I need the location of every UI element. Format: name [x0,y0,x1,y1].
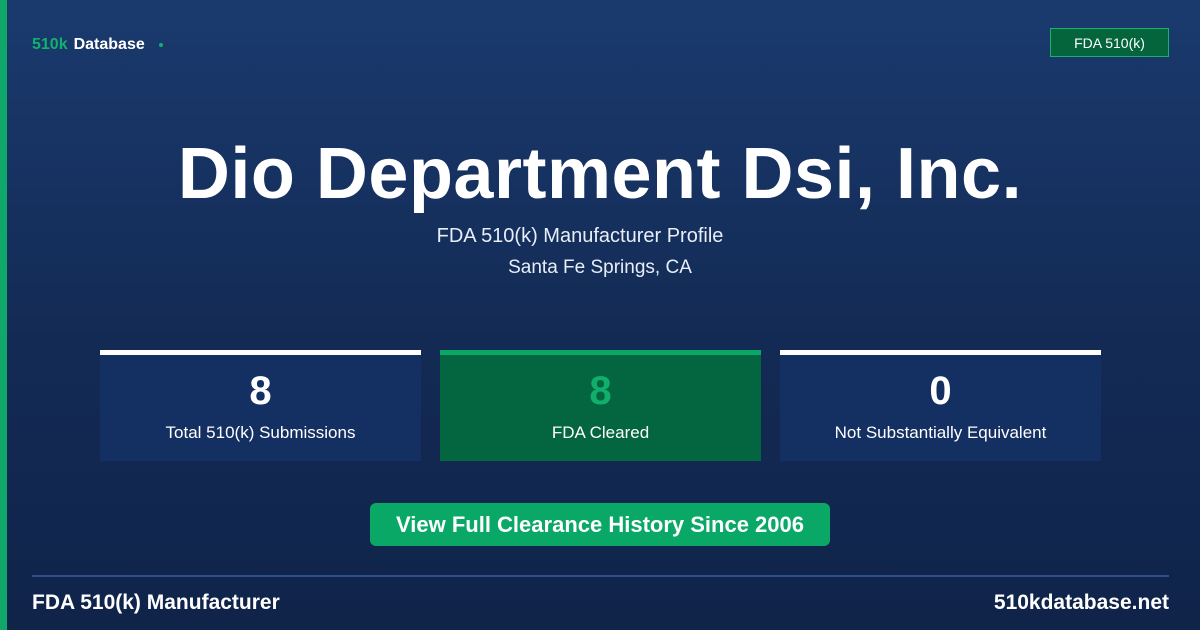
brand-logo[interactable]: 510k Database [32,36,163,54]
stat-card-fda-cleared: 8 FDA Cleared [440,350,761,461]
company-location: Santa Fe Springs, CA [508,257,692,278]
stat-value: 0 [929,369,952,413]
footer-divider [32,575,1169,577]
company-name-title: Dio Department Dsi, Inc. [177,134,1023,214]
left-accent-bar [0,0,7,630]
stat-label: Not Substantially Equivalent [834,423,1047,442]
stat-card-total-submissions: 8 Total 510(k) Submissions [100,350,421,461]
view-clearance-history-button[interactable]: View Full Clearance History Since 2006 [370,503,830,546]
fda-510k-badge: FDA 510(k) [1050,28,1169,57]
stat-value: 8 [589,369,612,413]
brand-accent-text: 510k [32,36,68,53]
stat-value: 8 [249,369,272,413]
footer-label: FDA 510(k) Manufacturer [32,591,280,614]
brand-word-text: Database [73,36,145,53]
brand-dot-icon [158,43,163,47]
profile-subtitle: FDA 510(k) Manufacturer Profile [436,225,724,247]
footer-site-link[interactable]: 510kdatabase.net [994,591,1169,615]
stat-label: FDA Cleared [551,423,650,442]
stat-label: Total 510(k) Submissions [165,423,356,442]
stat-card-not-substantially-equivalent: 0 Not Substantially Equivalent [780,350,1101,461]
